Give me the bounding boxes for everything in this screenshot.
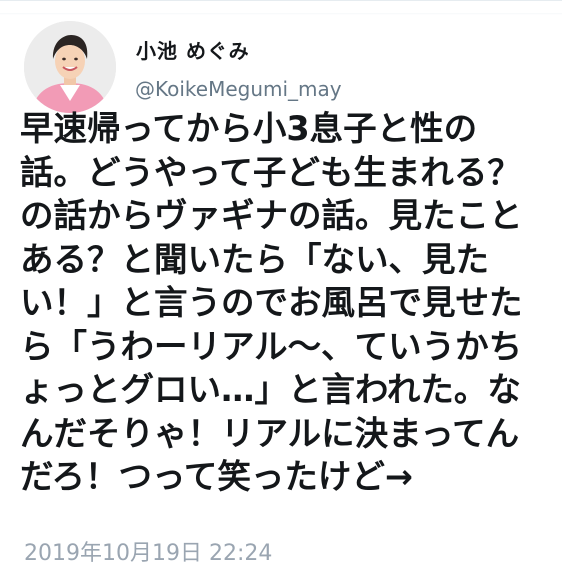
- tweet-line: ある？と聞いたら「ない、見た: [20, 239, 489, 279]
- tweet-line: んだそりゃ！リアルに決まってん: [20, 413, 520, 453]
- display-name[interactable]: 小池 めぐみ: [136, 35, 250, 64]
- tweet-timestamp[interactable]: 2019年10月19日 22:24: [24, 535, 272, 567]
- tweet-card: 小池 めぐみ @KoikeMegumi_may 早速帰ってから小3息子と性の 話…: [0, 0, 562, 566]
- tweet-line: 話。どうやって子ども生まれる？: [20, 152, 521, 192]
- tweet-text: 早速帰ってから小3息子と性の 話。どうやって子ども生まれる？ の話からヴァギナの…: [20, 107, 562, 499]
- tweet-line: だろ！つって笑ったけど→: [20, 457, 413, 496]
- tweet-line: い！」と言うのでお風呂で見せた: [20, 283, 523, 322]
- tweet-line: の話からヴァギナの話。見たこと: [20, 196, 523, 235]
- user-handle[interactable]: @KoikeMegumi_may: [135, 77, 342, 101]
- tweet-line: ら「うわーリアル〜、ていうかち: [20, 326, 523, 366]
- avatar[interactable]: [24, 21, 116, 113]
- tweet-line: ょっとグロい…」と言われた。な: [20, 370, 521, 409]
- tweet-line: 早速帰ってから小3息子と性の: [20, 109, 478, 148]
- avatar-image: [24, 21, 116, 113]
